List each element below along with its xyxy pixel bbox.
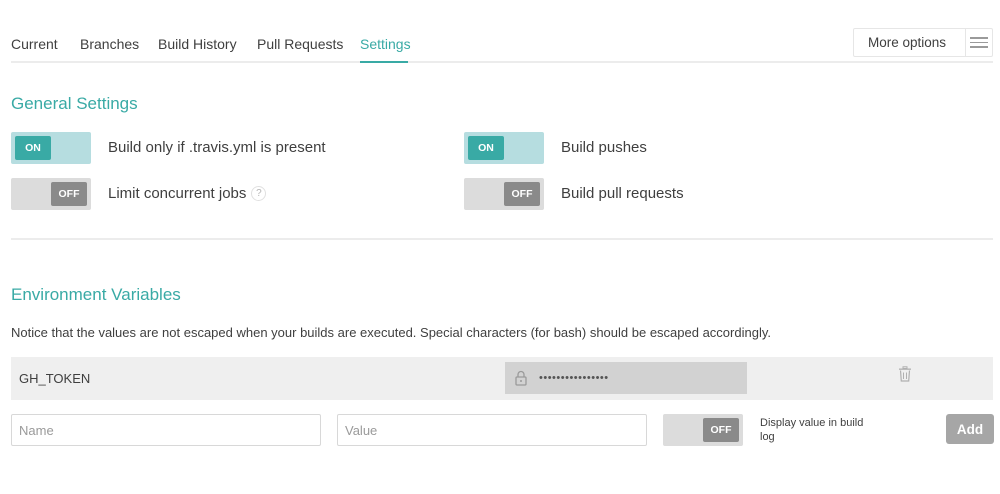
section-divider [11, 238, 993, 240]
build-only-travis-label: Build only if .travis.yml is present [108, 139, 326, 156]
env-name-input[interactable] [11, 414, 321, 446]
more-options-button[interactable]: More options [853, 28, 993, 57]
build-pull-requests-label: Build pull requests [561, 185, 684, 202]
limit-concurrent-text: Limit concurrent jobs [108, 185, 247, 202]
display-value-toggle[interactable]: OFF [663, 414, 743, 446]
limit-concurrent-label: Limit concurrent jobs ? [108, 185, 267, 202]
toggle-knob: OFF [703, 418, 739, 442]
lock-icon [513, 369, 529, 387]
trash-icon[interactable] [898, 366, 914, 384]
tab-current[interactable]: Current [11, 36, 58, 52]
more-options-label: More options [868, 35, 947, 50]
toggle-knob: OFF [51, 182, 87, 206]
toggle-knob: OFF [504, 182, 540, 206]
display-value-label: Display value in build log [760, 417, 864, 443]
env-var-value: •••••••••••••••• [505, 362, 747, 394]
masked-value: •••••••••••••••• [539, 372, 609, 384]
build-only-travis-text: Build only if .travis.yml is present [108, 139, 326, 156]
active-tab-indicator [360, 61, 408, 63]
escape-notice: Notice that the values are not escaped w… [11, 325, 771, 340]
build-pushes-toggle[interactable]: ON [464, 132, 544, 164]
tab-branches[interactable]: Branches [80, 36, 139, 52]
build-pushes-label: Build pushes [561, 139, 647, 156]
help-icon[interactable]: ? [251, 186, 267, 201]
tab-settings[interactable]: Settings [360, 36, 411, 52]
limit-concurrent-toggle[interactable]: OFF [11, 178, 91, 210]
env-var-name: GH_TOKEN [19, 371, 91, 386]
build-pushes-text: Build pushes [561, 139, 647, 156]
hamburger-menu-icon[interactable] [966, 37, 992, 48]
build-pull-requests-text: Build pull requests [561, 185, 684, 202]
toggle-knob: ON [15, 136, 51, 160]
build-pull-requests-toggle[interactable]: OFF [464, 178, 544, 210]
env-var-row: GH_TOKEN •••••••••••••••• [11, 357, 993, 400]
add-button[interactable]: Add [946, 414, 994, 444]
tab-bar: Current Branches Build History Pull Requ… [11, 0, 993, 63]
tab-pull-requests[interactable]: Pull Requests [257, 36, 343, 52]
env-value-input[interactable] [337, 414, 647, 446]
toggle-knob: ON [468, 136, 504, 160]
environment-variables-heading: Environment Variables [11, 285, 181, 304]
general-settings-heading: General Settings [11, 94, 138, 113]
tab-build-history[interactable]: Build History [158, 36, 237, 52]
build-only-travis-toggle[interactable]: ON [11, 132, 91, 164]
